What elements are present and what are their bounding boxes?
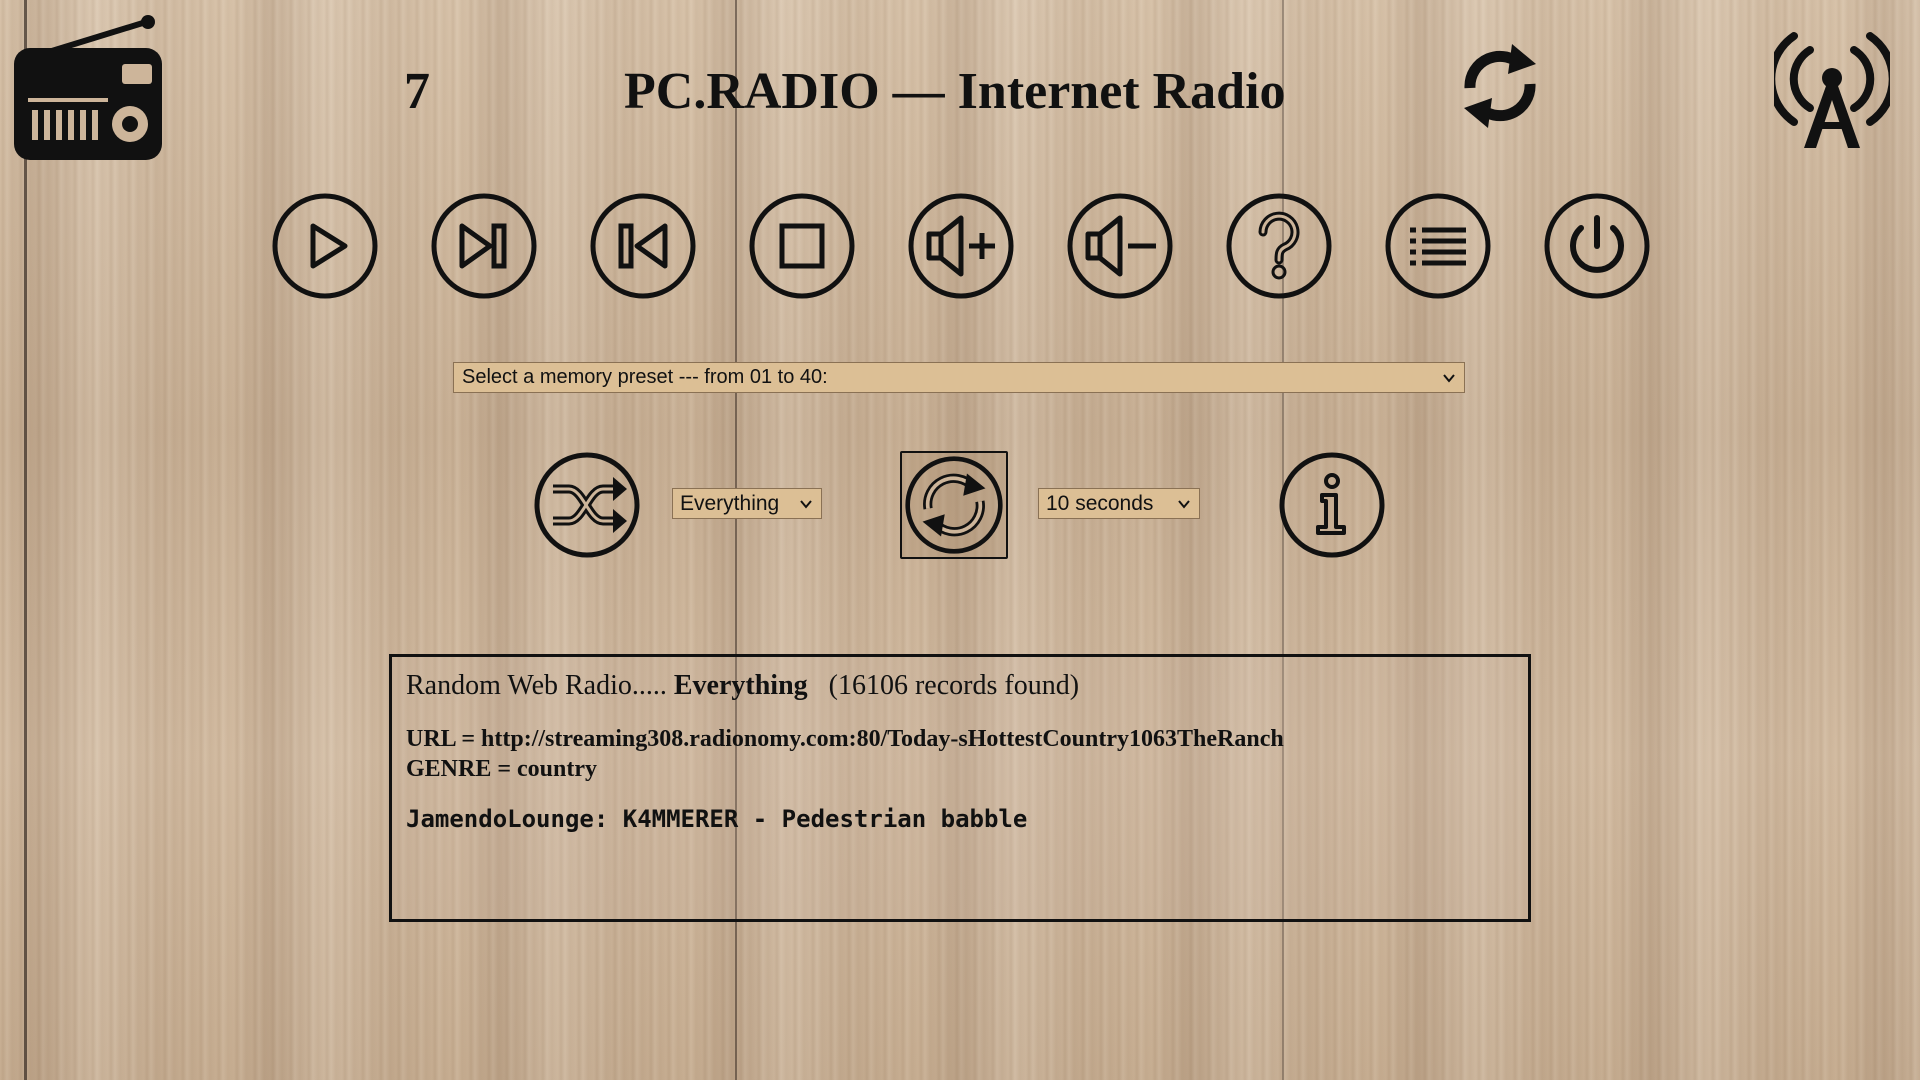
previous-button[interactable] <box>589 192 697 300</box>
list-button[interactable] <box>1384 192 1492 300</box>
now-playing: JamendoLounge: K4MMERER - Pedestrian bab… <box>406 804 1028 833</box>
info-button[interactable] <box>1278 451 1386 559</box>
volume-down-button[interactable] <box>1066 192 1174 300</box>
volume-up-button[interactable] <box>907 192 1015 300</box>
info-icon <box>1278 451 1386 559</box>
summary-prefix: Random Web Radio..... <box>406 670 674 701</box>
auto-cycle-button[interactable] <box>900 451 1008 559</box>
next-button[interactable] <box>430 192 538 300</box>
memory-preset-select[interactable]: Select a memory preset --- from 01 to 40… <box>453 362 1465 393</box>
cycle-icon <box>904 455 1004 555</box>
random-radio-summary: Random Web Radio..... Everything (16106 … <box>406 670 1514 702</box>
records-count: (16106 records found) <box>828 670 1080 701</box>
stop-icon <box>748 192 856 300</box>
skip-next-icon <box>430 192 538 300</box>
refresh-icon <box>1456 34 1544 138</box>
memory-preset-label: Select a memory preset --- from 01 to 40… <box>462 366 828 388</box>
help-button[interactable] <box>1225 192 1333 300</box>
stream-url: URL = http://streaming308.radionomy.com:… <box>406 725 1284 752</box>
interval-select-value: 10 seconds <box>1046 492 1154 515</box>
skip-previous-icon <box>589 192 697 300</box>
volume-up-icon <box>907 192 1015 300</box>
chevron-down-icon <box>1443 374 1455 383</box>
shuffle-button[interactable] <box>533 451 641 559</box>
help-icon <box>1225 192 1333 300</box>
interval-select[interactable]: 10 seconds <box>1038 488 1200 519</box>
list-icon <box>1384 192 1492 300</box>
chevron-down-icon <box>800 500 812 509</box>
chevron-down-icon <box>1178 500 1190 509</box>
stop-button[interactable] <box>748 192 856 300</box>
station-number: 7 <box>404 63 430 120</box>
category-select[interactable]: Everything <box>672 488 822 519</box>
play-button[interactable] <box>271 192 379 300</box>
radio-icon <box>12 12 164 164</box>
category-select-value: Everything <box>680 492 780 515</box>
refresh-button[interactable] <box>1456 34 1544 138</box>
page-title: PC.RADIO — Internet Radio <box>624 63 1286 120</box>
summary-category: Everything <box>673 670 808 701</box>
stream-genre: GENRE = country <box>406 755 598 782</box>
volume-down-icon <box>1066 192 1174 300</box>
play-icon <box>271 192 379 300</box>
shuffle-icon <box>533 451 641 559</box>
power-icon <box>1543 192 1651 300</box>
power-button[interactable] <box>1543 192 1651 300</box>
radio-tower-icon <box>1767 26 1897 150</box>
station-info-panel: Random Web Radio..... Everything (16106 … <box>389 654 1531 922</box>
